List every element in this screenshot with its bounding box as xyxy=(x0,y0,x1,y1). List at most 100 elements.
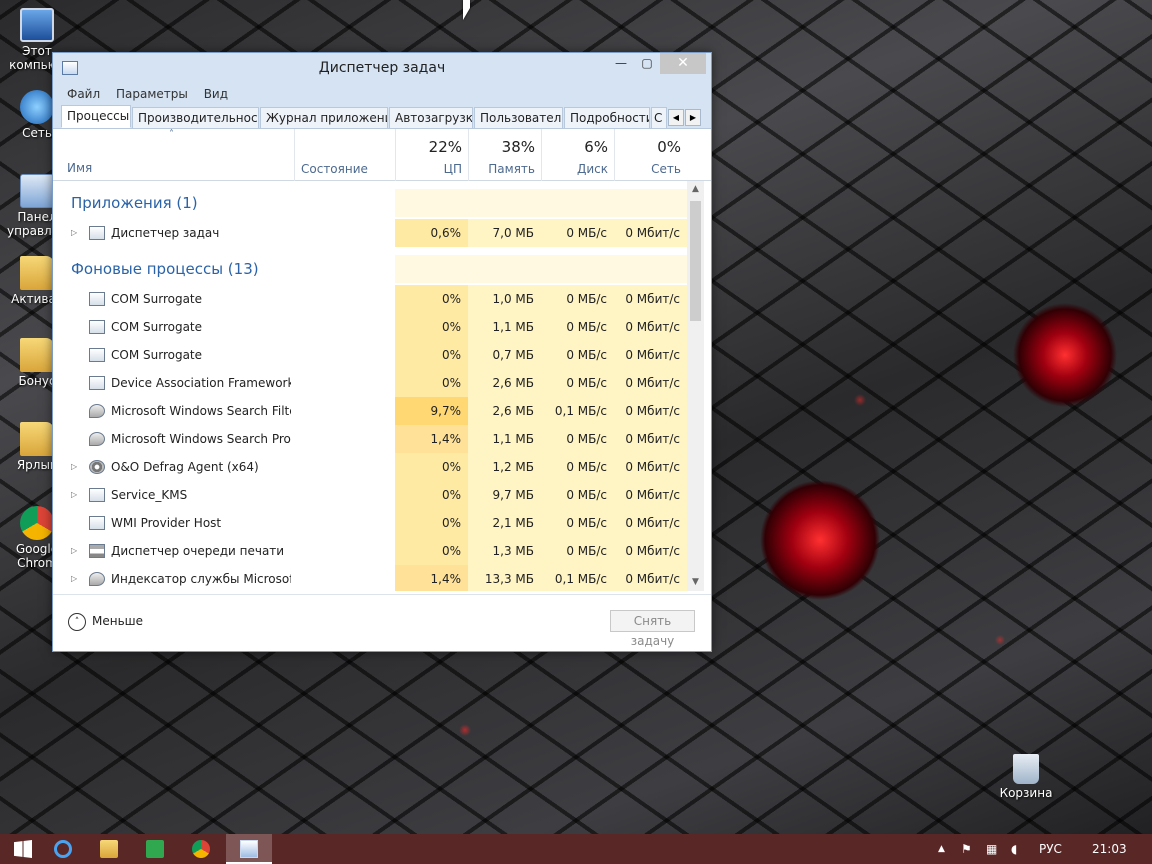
tab-app-history[interactable]: Журнал приложений xyxy=(260,107,388,129)
end-task-button[interactable]: Снять задачу xyxy=(610,610,695,648)
network-total: 0% xyxy=(657,138,681,156)
cpu-value: 0,6% xyxy=(395,219,468,247)
table-row[interactable]: ▷ Service_KMS 0% 9,7 МБ 0 МБ/с 0 Мбит/с xyxy=(53,481,687,509)
scroll-up-icon[interactable]: ▲ xyxy=(687,181,704,198)
column-state-header[interactable]: Состояние xyxy=(294,129,395,181)
group-title-background: Фоновые процессы (13) xyxy=(71,260,259,278)
menu-bar: Файл Параметры Вид xyxy=(53,83,711,105)
tab-details[interactable]: Подробности xyxy=(564,107,650,129)
cpu-total: 22% xyxy=(428,138,462,156)
tab-performance[interactable]: Производительность xyxy=(132,107,259,129)
fewer-details-button[interactable]: ˄ Меньше xyxy=(68,610,143,632)
tab-processes[interactable]: Процессы xyxy=(61,105,131,128)
tab-services[interactable]: С xyxy=(651,107,667,129)
task-manager-icon xyxy=(89,226,105,240)
sort-arrow-icon: ˄ xyxy=(169,129,174,140)
scroll-down-icon[interactable]: ▼ xyxy=(687,574,704,591)
column-memory[interactable]: 38% Память xyxy=(468,129,541,181)
computer-icon xyxy=(20,8,54,42)
windows-logo-icon xyxy=(14,840,32,858)
table-row[interactable]: ▷ O&O Defrag Agent (x64) 0% 1,2 МБ 0 МБ/… xyxy=(53,453,687,481)
column-cpu[interactable]: 22% ЦП xyxy=(395,129,468,181)
volume-icon[interactable]: ◖ xyxy=(1011,834,1017,864)
minimize-icon: — xyxy=(615,56,627,70)
taskbar-task-manager[interactable] xyxy=(226,834,272,864)
table-row[interactable]: ▷ Диспетчер очереди печати 0% 1,3 МБ 0 М… xyxy=(53,537,687,565)
expand-chevron-icon[interactable]: ▷ xyxy=(71,481,77,509)
disk-value: 0,1 МБ/с xyxy=(541,565,614,591)
app-window-icon xyxy=(89,320,105,334)
table-row[interactable]: ▷ Диспетчер задач 0,6% 7,0 МБ 0 МБ/с 0 М… xyxy=(53,219,687,247)
memory-label: Память xyxy=(488,162,535,176)
network-value: 0 Мбит/с xyxy=(614,481,687,509)
maximize-button[interactable]: ▢ xyxy=(634,53,660,74)
expand-chevron-icon[interactable]: ▷ xyxy=(71,537,77,565)
group-title-apps: Приложения (1) xyxy=(71,194,198,212)
cpu-value: 0% xyxy=(395,453,468,481)
memory-value: 1,1 МБ xyxy=(468,313,541,341)
network-value: 0 Мбит/с xyxy=(614,219,687,247)
minimize-button[interactable]: — xyxy=(608,53,634,74)
cpu-value: 9,7% xyxy=(395,397,468,425)
tab-startup[interactable]: Автозагрузка xyxy=(389,107,473,129)
process-name: COM Surrogate xyxy=(111,292,203,306)
language-indicator[interactable]: РУС xyxy=(1039,834,1062,864)
network-value: 0 Мбит/с xyxy=(614,285,687,313)
close-button[interactable]: ✕ xyxy=(660,53,706,74)
table-row[interactable]: COM Surrogate 0% 1,0 МБ 0 МБ/с 0 Мбит/с xyxy=(53,285,687,313)
expand-chevron-icon[interactable]: ▷ xyxy=(71,453,77,481)
printer-icon xyxy=(89,544,105,558)
taskbar-explorer[interactable] xyxy=(86,834,132,864)
desktop-icon-recycle-bin[interactable]: Корзина xyxy=(995,754,1057,800)
tab-scroll-right-button[interactable]: ▶ xyxy=(685,109,701,126)
arrow-left-icon: ◀ xyxy=(672,113,680,122)
tab-users[interactable]: Пользователи xyxy=(474,107,563,129)
title-bar[interactable]: Диспетчер задач — ▢ ✕ xyxy=(53,53,711,83)
table-row[interactable]: Microsoft Windows Search Prot... 1,4% 1,… xyxy=(53,425,687,453)
recycle-bin-icon xyxy=(1013,754,1039,784)
expand-chevron-icon[interactable]: ▷ xyxy=(71,565,77,591)
column-disk[interactable]: 6% Диск xyxy=(541,129,614,181)
memory-value: 2,6 МБ xyxy=(468,369,541,397)
memory-value: 7,0 МБ xyxy=(468,219,541,247)
disk-label: Диск xyxy=(576,162,608,176)
group-header-apps[interactable]: Приложения (1) xyxy=(53,189,687,217)
table-row[interactable]: Device Association Framework ... 0% 2,6 … xyxy=(53,369,687,397)
arrow-right-icon: ▶ xyxy=(689,113,697,122)
group-header-background[interactable]: Фоновые процессы (13) xyxy=(53,255,687,283)
clock-time[interactable]: 21:03 xyxy=(1092,834,1127,864)
taskbar-ie[interactable] xyxy=(40,834,86,864)
table-row[interactable]: WMI Provider Host 0% 2,1 МБ 0 МБ/с 0 Мби… xyxy=(53,509,687,537)
action-center-flag-icon[interactable]: ⚑ xyxy=(961,834,972,864)
vertical-scrollbar[interactable]: ▲ ▼ xyxy=(687,181,704,591)
footer-bar: ˄ Меньше Снять задачу xyxy=(53,594,711,651)
cpu-value: 0% xyxy=(395,537,468,565)
network-tray-icon[interactable]: ▦ xyxy=(986,834,997,864)
menu-view[interactable]: Вид xyxy=(204,83,228,105)
cpu-label: ЦП xyxy=(443,162,462,176)
column-network[interactable]: 0% Сеть xyxy=(614,129,687,181)
expand-chevron-icon[interactable]: ▷ xyxy=(71,219,77,247)
process-name: Device Association Framework ... xyxy=(111,376,291,390)
taskbar: ▲ ⚑ ▦ ◖ РУС 21:03 xyxy=(0,834,1152,864)
taskbar-chrome[interactable] xyxy=(178,834,224,864)
disk-value: 0 МБ/с xyxy=(541,453,614,481)
tab-scroll-left-button[interactable]: ◀ xyxy=(668,109,684,126)
disk-value: 0 МБ/с xyxy=(541,537,614,565)
chrome-icon xyxy=(20,506,54,540)
tray-overflow-icon[interactable]: ▲ xyxy=(938,834,945,864)
table-row[interactable]: COM Surrogate 0% 1,1 МБ 0 МБ/с 0 Мбит/с xyxy=(53,313,687,341)
table-row[interactable]: Microsoft Windows Search Filte... 9,7% 2… xyxy=(53,397,687,425)
wmi-icon xyxy=(89,516,105,530)
taskbar-store[interactable] xyxy=(132,834,178,864)
menu-file[interactable]: Файл xyxy=(67,83,100,105)
search-service-icon xyxy=(89,432,105,446)
disk-value: 0 МБ/с xyxy=(541,341,614,369)
column-name[interactable]: Имя xyxy=(67,161,92,175)
table-row[interactable]: ▷ Индексатор службы Microsoft ... 1,4% 1… xyxy=(53,565,687,591)
menu-options[interactable]: Параметры xyxy=(116,83,188,105)
cpu-value: 0% xyxy=(395,509,468,537)
scroll-thumb[interactable] xyxy=(690,201,701,321)
search-service-icon xyxy=(89,572,105,586)
table-row[interactable]: COM Surrogate 0% 0,7 МБ 0 МБ/с 0 Мбит/с xyxy=(53,341,687,369)
